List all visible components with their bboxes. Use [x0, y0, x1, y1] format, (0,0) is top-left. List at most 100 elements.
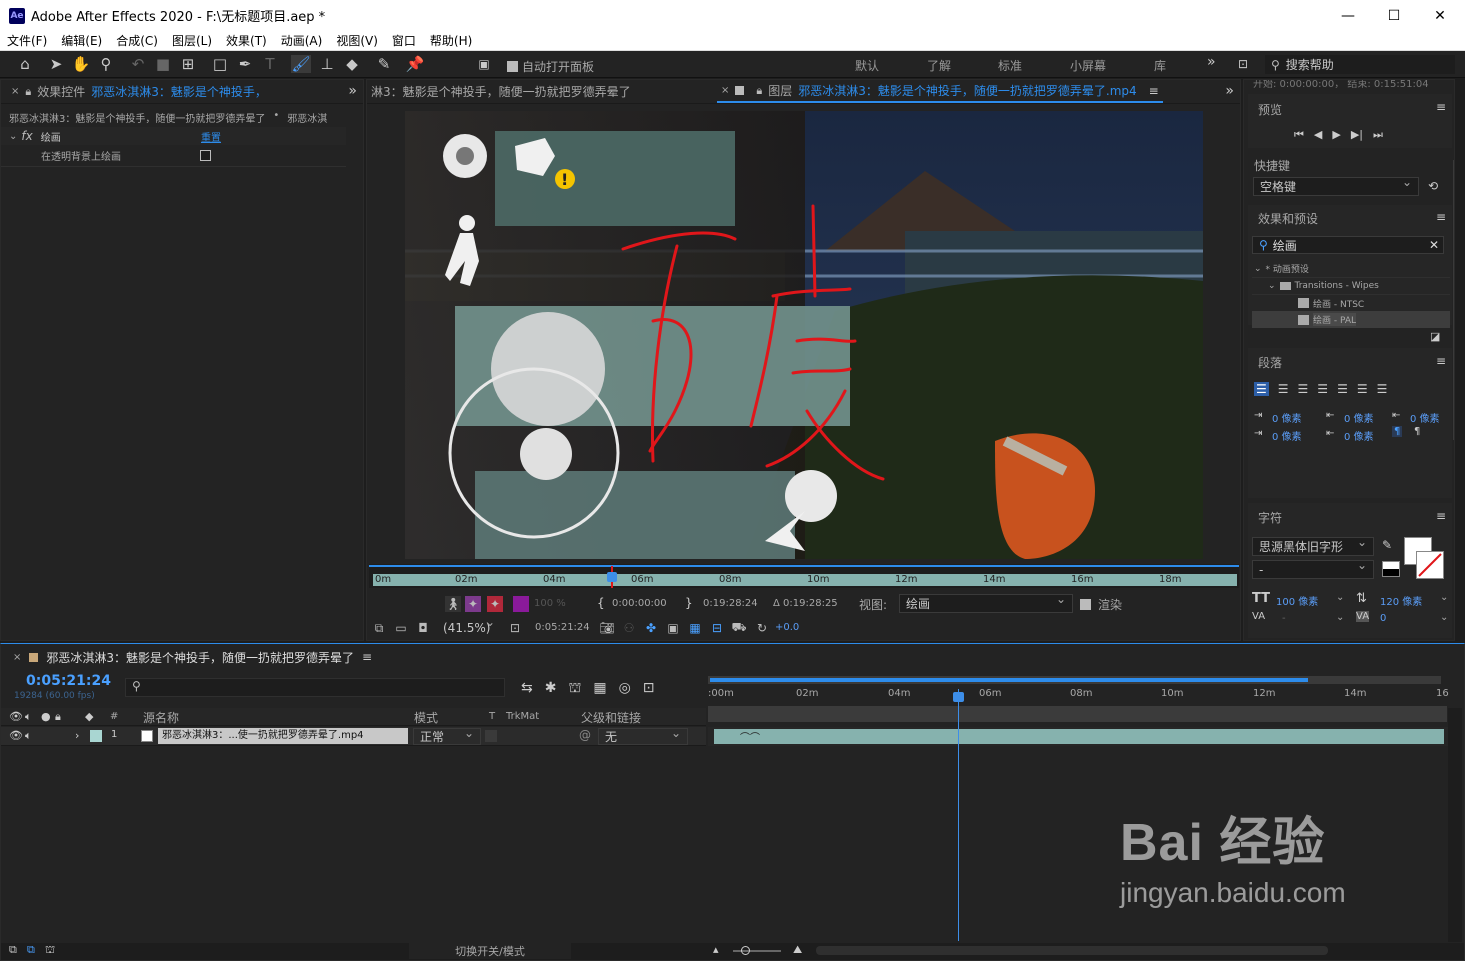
- chevron-down-icon[interactable]: ⌄: [1336, 612, 1344, 623]
- layer-name[interactable]: 邪恶冰淇淋3：...使一扔就把罗德弄晕了.mp4: [158, 728, 408, 744]
- menu-help[interactable]: 帮助(H): [423, 32, 479, 49]
- audio-toggle-icon[interactable]: 🔈︎: [25, 729, 32, 743]
- zoom-tool-icon[interactable]: ⚲: [96, 55, 116, 73]
- rectangle-tool-icon[interactable]: □: [210, 55, 230, 73]
- track-area[interactable]: [707, 746, 1448, 942]
- out-point-bracket-icon[interactable]: }: [685, 596, 693, 610]
- color-swatch-icon[interactable]: [513, 596, 529, 612]
- workspace-learn[interactable]: 了解: [927, 57, 951, 74]
- column-source-name[interactable]: 源名称: [143, 709, 179, 726]
- auto-open-panels[interactable]: 自动打开面板: [507, 58, 594, 75]
- blend-mode-dropdown[interactable]: 正常: [413, 726, 481, 745]
- always-preview-icon[interactable]: ⧉: [371, 620, 387, 636]
- justify-left-icon[interactable]: ☰: [1317, 382, 1328, 396]
- first-frame-icon[interactable]: ⏮: [1294, 128, 1304, 142]
- paint-on-transparent-checkbox[interactable]: [200, 149, 211, 161]
- loop-icon[interactable]: ⟲: [1428, 179, 1438, 193]
- toggle-switches-modes[interactable]: 切换开关/模式: [409, 943, 571, 959]
- modes-icon[interactable]: ⧉: [27, 943, 35, 957]
- motion-blur-icon[interactable]: ◎: [619, 680, 631, 698]
- viewer-more-button[interactable]: »: [1225, 83, 1234, 99]
- exposure-value[interactable]: +0.0: [775, 622, 799, 633]
- menu-window[interactable]: 窗口: [385, 32, 423, 49]
- trkmat-box[interactable]: [485, 730, 497, 742]
- type-tool-icon[interactable]: T: [260, 55, 280, 73]
- region-of-interest-icon[interactable]: ▣: [665, 620, 681, 636]
- render-checkbox[interactable]: [1080, 599, 1091, 610]
- panel-more-button[interactable]: »: [348, 83, 357, 99]
- viewer-current-time[interactable]: 0:05:21:24: [535, 622, 590, 633]
- font-style-dropdown[interactable]: -: [1252, 558, 1374, 579]
- font-size-value[interactable]: 100 像素: [1276, 593, 1318, 608]
- align-left-icon[interactable]: ☰: [1254, 382, 1269, 396]
- prev-frame-icon[interactable]: ◀: [1314, 128, 1322, 142]
- effects-search-value[interactable]: 绘画: [1273, 237, 1297, 254]
- fx-icon[interactable]: fx: [21, 129, 32, 143]
- rtl-direction-icon[interactable]: ¶: [1414, 426, 1420, 437]
- justify-center-icon[interactable]: ☰: [1337, 382, 1348, 396]
- shortcut-dropdown[interactable]: 空格键: [1253, 175, 1419, 196]
- lock-icon[interactable]: 🔒︎: [25, 85, 31, 99]
- graph-editor-icon[interactable]: ⊡: [643, 680, 655, 698]
- panel-menu-icon[interactable]: ≡: [1436, 100, 1446, 114]
- next-frame-icon[interactable]: ▶|: [1351, 128, 1363, 142]
- rotate-tool-icon[interactable]: ↶: [128, 55, 148, 73]
- tree-item-transitions[interactable]: ⌄ Transitions - Wipes: [1252, 277, 1450, 294]
- zoom-in-icon[interactable]: ⛰: [793, 943, 802, 957]
- work-area-bar[interactable]: [708, 706, 1447, 722]
- first-line-value[interactable]: 0 像素: [1272, 428, 1302, 443]
- video-toggle-icon[interactable]: 👁︎: [9, 729, 23, 742]
- parent-dropdown[interactable]: 无: [598, 726, 688, 745]
- sync-settings-icon[interactable]: ⊡: [1233, 55, 1253, 73]
- video-frame[interactable]: !: [405, 111, 1203, 559]
- minimize-button[interactable]: —: [1325, 0, 1371, 31]
- red-channel-icon[interactable]: ✦: [487, 596, 503, 612]
- new-preset-icon[interactable]: ◪: [1430, 330, 1440, 343]
- viewer-playhead[interactable]: [607, 572, 617, 582]
- tab-menu-icon[interactable]: ≡: [362, 650, 372, 664]
- layer-label-color[interactable]: [90, 730, 102, 742]
- zoom-dropdown[interactable]: (41.5%): [437, 615, 501, 637]
- timeline-search-field[interactable]: ⚲: [125, 678, 505, 697]
- horizontal-scrollbar[interactable]: [816, 946, 1328, 955]
- tracking-value[interactable]: 0: [1380, 613, 1386, 624]
- zoom-slider-handle[interactable]: [741, 946, 750, 955]
- chevron-down-icon[interactable]: ⌄: [1440, 612, 1448, 623]
- timeline-scrollbar[interactable]: [1448, 708, 1462, 942]
- pick-whip-icon[interactable]: @: [579, 728, 591, 742]
- tree-item-presets[interactable]: ⌄ * 动画预设: [1252, 260, 1450, 277]
- workspace-default[interactable]: 默认: [855, 57, 879, 74]
- hand-tool-icon[interactable]: ✋: [71, 55, 91, 73]
- ltr-direction-icon[interactable]: ¶: [1392, 426, 1403, 437]
- align-right-icon[interactable]: ☰: [1298, 382, 1309, 396]
- space-after-value[interactable]: 0 像素: [1344, 428, 1374, 443]
- comp-mini-flowchart-icon[interactable]: ⇆: [521, 680, 533, 698]
- auto-open-checkbox[interactable]: [507, 61, 518, 72]
- roto-brush-tool-icon[interactable]: ✎: [374, 55, 394, 73]
- workspace-small-screen[interactable]: 小屏幕: [1070, 57, 1106, 74]
- chevron-down-icon[interactable]: ⌄: [1336, 592, 1344, 603]
- close-tab-icon[interactable]: ×: [721, 85, 729, 96]
- stroke-color-swatch[interactable]: [1416, 551, 1444, 579]
- panel-menu-icon[interactable]: ≡: [1436, 210, 1446, 224]
- channels-icon[interactable]: ✤: [643, 620, 659, 636]
- composition-tab[interactable]: 淋3：魅影是个神投手，随便一扔就把罗德弄晕了: [371, 83, 631, 100]
- view-dropdown[interactable]: 绘画: [899, 592, 1073, 613]
- menu-composition[interactable]: 合成(C): [109, 32, 165, 49]
- flowchart-icon[interactable]: ⛟: [731, 620, 747, 636]
- effect-controls-tab[interactable]: × 🔒︎ 效果控件 邪恶冰淇淋3：魅影是个神投手， »: [1, 80, 363, 104]
- column-mode[interactable]: 模式: [414, 709, 438, 726]
- menu-file[interactable]: 文件(F): [0, 32, 54, 49]
- effects-search-field[interactable]: ⚲ 绘画 ✕: [1252, 236, 1444, 254]
- timeline-tab[interactable]: × 邪恶冰淇淋3：魅影是个神投手，随便一扔就把罗德弄晕了 ≡: [1, 644, 1464, 670]
- lock-icon[interactable]: 🔒︎: [756, 84, 762, 98]
- expand-chevron-icon[interactable]: ⌄: [9, 131, 17, 142]
- anchor-tool-icon[interactable]: ⊞: [178, 55, 198, 73]
- right-panel-scrollbar[interactable]: [1453, 160, 1454, 440]
- shy-layers-icon[interactable]: ⛫: [568, 680, 581, 698]
- expand-layer-icon[interactable]: ›: [75, 729, 79, 742]
- menu-edit[interactable]: 编辑(E): [54, 32, 109, 49]
- show-snapshot-icon[interactable]: ⚇: [621, 620, 637, 636]
- snapshot-icon[interactable]: 📷︎: [599, 620, 615, 636]
- menu-view[interactable]: 视图(V): [329, 32, 385, 49]
